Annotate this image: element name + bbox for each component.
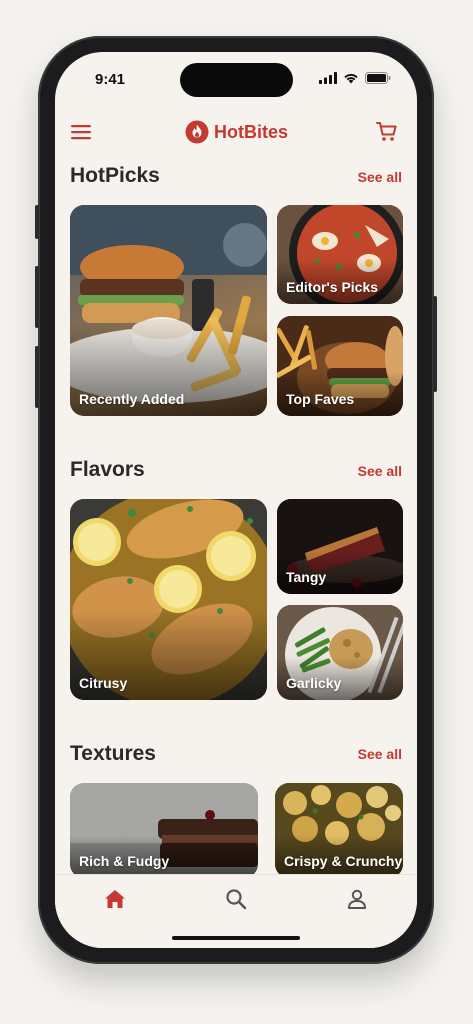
- card-top-faves[interactable]: Top Faves: [277, 316, 403, 416]
- status-time: 9:41: [95, 71, 126, 88]
- silent-switch: [35, 205, 39, 239]
- card-label: Garlicky: [286, 675, 342, 691]
- see-all-hotpicks-link[interactable]: See all: [358, 169, 402, 185]
- home-icon[interactable]: [103, 887, 127, 911]
- status-icons: [319, 72, 391, 84]
- card-rich-fudgy[interactable]: Rich & Fudgy: [70, 783, 258, 878]
- card-label: Top Faves: [286, 391, 355, 407]
- card-garlicky[interactable]: Garlicky: [277, 605, 403, 700]
- cellular-signal-icon: [319, 72, 337, 84]
- card-editors-picks[interactable]: Editor's Picks: [277, 205, 403, 304]
- power-button: [433, 296, 437, 392]
- card-crispy-crunchy[interactable]: Crispy & Crunchy: [275, 783, 403, 878]
- card-label: Crispy & Crunchy: [284, 853, 403, 869]
- card-label: Citrusy: [79, 675, 128, 691]
- app-name: HotBites: [214, 121, 289, 142]
- card-label: Recently Added: [79, 391, 185, 407]
- dynamic-island: [180, 63, 293, 97]
- card-tangy[interactable]: Tangy: [277, 499, 403, 594]
- card-label: Rich & Fudgy: [79, 853, 170, 869]
- volume-down-button: [35, 346, 39, 408]
- section-title-textures: Textures: [70, 742, 156, 765]
- card-label: Tangy: [286, 569, 327, 585]
- battery-icon: [365, 72, 391, 84]
- home-indicator[interactable]: [172, 936, 300, 940]
- flame-logo-icon: [185, 120, 209, 144]
- see-all-flavors-link[interactable]: See all: [358, 463, 402, 479]
- profile-icon[interactable]: [345, 887, 369, 911]
- menu-icon[interactable]: [71, 124, 91, 140]
- app-header: HotBites: [55, 118, 417, 150]
- search-icon[interactable]: [224, 887, 248, 911]
- screen: 9:41 HotBites HotPicks See all Recently …: [55, 52, 417, 948]
- volume-up-button: [35, 266, 39, 328]
- wifi-icon: [344, 73, 358, 84]
- card-citrusy[interactable]: Citrusy: [70, 499, 267, 700]
- card-recently-added[interactable]: Recently Added: [70, 205, 267, 416]
- see-all-textures-link[interactable]: See all: [358, 746, 402, 762]
- cart-icon[interactable]: [375, 120, 399, 144]
- card-label: Editor's Picks: [286, 279, 379, 295]
- section-title-hotpicks: HotPicks: [70, 164, 160, 187]
- app-logo[interactable]: HotBites: [185, 120, 288, 144]
- section-title-flavors: Flavors: [70, 458, 145, 481]
